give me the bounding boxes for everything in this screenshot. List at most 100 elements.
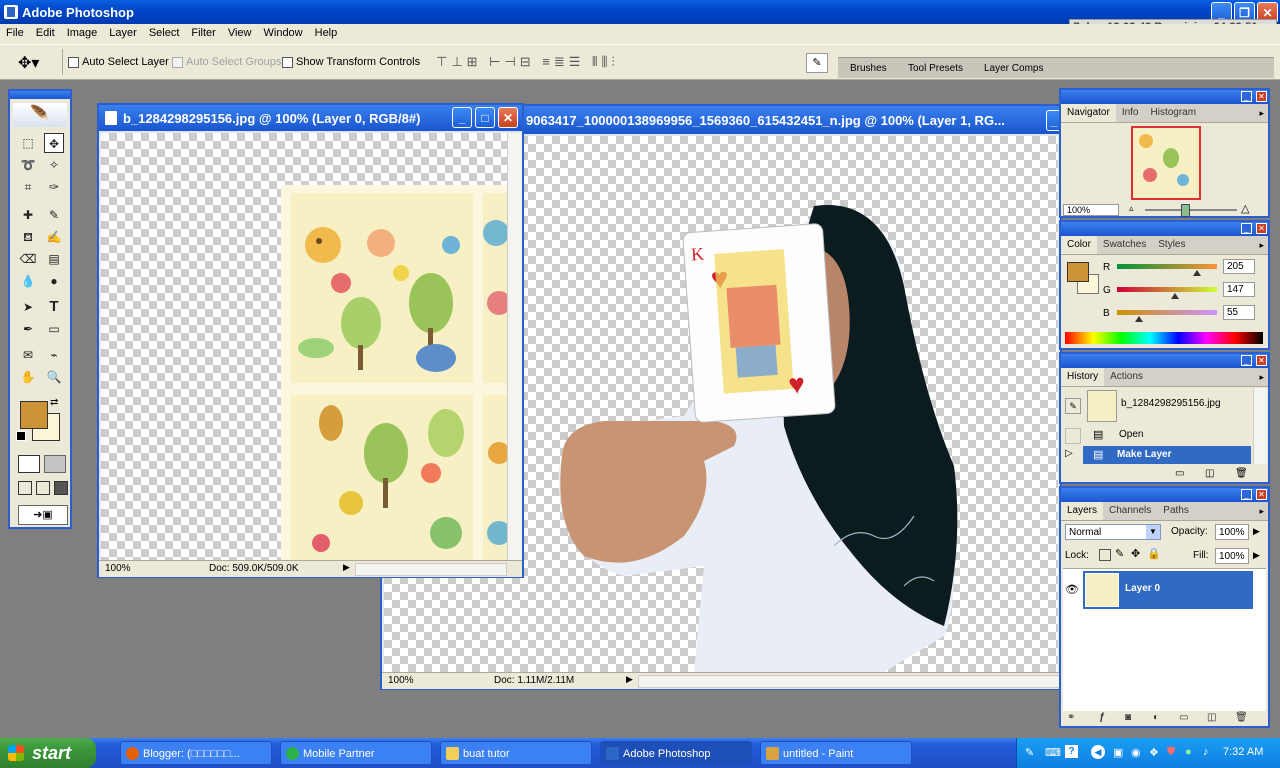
history-delete-icon[interactable]: 🗑 xyxy=(1235,468,1248,479)
shape-tool-icon[interactable]: ▭ xyxy=(44,319,64,339)
color-r-slider[interactable] xyxy=(1117,264,1217,276)
menu-window[interactable]: Window xyxy=(258,24,309,39)
history-close-button[interactable]: ✕ xyxy=(1256,355,1267,366)
taskbar-item-blogger[interactable]: Blogger: (□□□□□□... xyxy=(120,741,272,765)
tray-app-icon[interactable]: ❖ xyxy=(1149,746,1159,759)
brush-tool-icon[interactable]: ✎ xyxy=(44,205,64,225)
history-item-open[interactable]: ▤ Open xyxy=(1061,426,1251,444)
menu-help[interactable]: Help xyxy=(309,24,344,39)
document-pattern-status-arrow-icon[interactable]: ▶ xyxy=(343,562,350,573)
link-layers-icon[interactable]: ⚭ xyxy=(1067,712,1075,723)
eraser-tool-icon[interactable]: ⌫ xyxy=(18,249,38,269)
magic-wand-tool-icon[interactable]: ✧ xyxy=(44,155,64,175)
color-g-slider[interactable] xyxy=(1117,287,1217,299)
clone-stamp-tool-icon[interactable]: ⛾ xyxy=(18,227,38,247)
move-tool-icon[interactable]: ✥ xyxy=(44,133,64,153)
document-pattern-zoom[interactable]: 100% xyxy=(105,563,131,574)
gradient-tool-icon[interactable]: ▤ xyxy=(44,249,64,269)
notes-tool-icon[interactable]: ✉ xyxy=(18,345,38,365)
tab-swatches[interactable]: Swatches xyxy=(1097,236,1152,254)
document-pattern-hscroll[interactable] xyxy=(355,563,507,576)
start-button[interactable]: start xyxy=(0,738,96,768)
palette-well-toggle-icon[interactable]: ✎ xyxy=(806,53,828,73)
tray-security-shield-icon[interactable]: ⛊ xyxy=(1167,746,1175,759)
color-spectrum-ramp[interactable] xyxy=(1065,332,1263,344)
document-pattern-vscroll[interactable] xyxy=(507,133,522,560)
delete-layer-icon[interactable]: 🗑 xyxy=(1235,712,1248,723)
jump-to-imageready-icon[interactable]: ➜▣ xyxy=(18,505,68,525)
document-pattern-canvas[interactable] xyxy=(101,133,507,560)
document-pattern-maximize-button[interactable]: □ xyxy=(475,107,495,128)
layers-menu-icon[interactable]: ▸ xyxy=(1259,506,1264,517)
lock-all-icon[interactable]: 🔒 xyxy=(1147,547,1161,560)
palette-well-tab-layer-comps[interactable]: Layer Comps xyxy=(984,63,1043,74)
layer-row-layer-0[interactable]: 👁 Layer 0 xyxy=(1063,571,1253,609)
palette-well-tab-brushes[interactable]: Brushes xyxy=(850,63,887,74)
tray-network-icon[interactable]: ▣ xyxy=(1113,746,1123,759)
tray-keyboard-icon[interactable]: ⌨ xyxy=(1045,746,1061,759)
color-b-slider[interactable] xyxy=(1117,310,1217,322)
color-r-value[interactable]: 205 xyxy=(1223,259,1255,274)
slice-tool-icon[interactable]: ✑ xyxy=(44,177,64,197)
auto-select-layer-checkbox[interactable]: Auto Select Layer xyxy=(68,56,169,68)
tray-speaker-icon[interactable]: ♪ xyxy=(1203,746,1209,758)
tray-expand-icon[interactable]: ◀ xyxy=(1091,745,1105,759)
document-pattern-minimize-button[interactable]: _ xyxy=(452,107,472,128)
navigator-preview[interactable] xyxy=(1131,126,1201,200)
hand-tool-icon[interactable]: ✋ xyxy=(18,367,38,387)
path-selection-tool-icon[interactable]: ➤ xyxy=(18,297,38,317)
move-tool-preset-icon[interactable]: ✥▾ xyxy=(18,53,39,73)
menu-layer[interactable]: Layer xyxy=(103,24,143,39)
eyedropper-tool-icon[interactable]: ⌁ xyxy=(44,345,64,365)
new-group-icon[interactable]: ▭ xyxy=(1179,712,1188,723)
blur-tool-icon[interactable]: 💧 xyxy=(18,271,38,291)
crop-tool-icon[interactable]: ⌗ xyxy=(18,177,38,197)
document-pattern-close-button[interactable]: ✕ xyxy=(498,107,518,128)
taskbar-item-paint[interactable]: untitled - Paint xyxy=(760,741,912,765)
history-brush-tool-icon[interactable]: ✍ xyxy=(44,227,64,247)
tab-histogram[interactable]: Histogram xyxy=(1145,104,1203,122)
standard-mode-icon[interactable] xyxy=(18,455,40,473)
opacity-arrow-icon[interactable]: ▶ xyxy=(1253,526,1260,537)
tab-navigator[interactable]: Navigator xyxy=(1061,104,1116,122)
document-photo-hscroll[interactable] xyxy=(638,675,1060,688)
document-photo-zoom[interactable]: 100% xyxy=(388,675,414,686)
tray-help-icon[interactable]: ? xyxy=(1065,745,1078,758)
menu-file[interactable]: File xyxy=(0,24,30,39)
history-vscroll[interactable] xyxy=(1253,388,1267,464)
pen-tool-icon[interactable]: ✒ xyxy=(18,319,38,339)
history-new-snapshot-icon[interactable]: ◫ xyxy=(1205,468,1214,479)
document-pattern-title-bar[interactable]: b_1284298295156.jpg @ 100% (Layer 0, RGB… xyxy=(99,105,522,131)
history-item-make-layer[interactable]: ▷ ▤ Make Layer xyxy=(1065,446,1251,464)
color-menu-icon[interactable]: ▸ xyxy=(1259,240,1264,251)
tab-actions[interactable]: Actions xyxy=(1104,368,1149,386)
fill-field[interactable]: 100% xyxy=(1215,548,1249,564)
history-new-document-icon[interactable]: ▭ xyxy=(1175,468,1184,479)
marquee-tool-icon[interactable]: ⬚ xyxy=(18,133,38,153)
show-transform-controls-checkbox[interactable]: Show Transform Controls xyxy=(282,56,420,68)
lock-position-icon[interactable]: ✥ xyxy=(1131,547,1140,560)
default-colors-icon[interactable] xyxy=(16,431,26,441)
feather-logo-icon[interactable]: 🪶 xyxy=(13,103,67,127)
tray-antivirus-icon[interactable]: ◉ xyxy=(1131,746,1141,759)
history-minimize-button[interactable]: _ xyxy=(1241,355,1252,366)
layer-visibility-eye-icon[interactable]: 👁 xyxy=(1065,583,1079,596)
screen-mode-standard-icon[interactable] xyxy=(18,481,32,495)
tab-history[interactable]: History xyxy=(1061,368,1105,386)
menu-view[interactable]: View xyxy=(222,24,258,39)
clock[interactable]: 7:32 AM xyxy=(1223,746,1263,758)
navigator-menu-icon[interactable]: ▸ xyxy=(1259,108,1264,119)
navigator-minimize-button[interactable]: _ xyxy=(1241,91,1252,102)
align-buttons-group[interactable]: ⊤⊥⊞ ⊢⊣⊟ ≡≣☰ ⫴⫼⫶ xyxy=(436,54,619,70)
color-panel-foreground-swatch[interactable] xyxy=(1067,262,1089,282)
color-g-value[interactable]: 147 xyxy=(1223,282,1255,297)
menu-image[interactable]: Image xyxy=(61,24,104,39)
fill-arrow-icon[interactable]: ▶ xyxy=(1253,550,1260,561)
lock-transparency-icon[interactable] xyxy=(1099,549,1111,561)
tab-info[interactable]: Info xyxy=(1116,104,1145,122)
navigator-zoom-in-icon[interactable]: △ xyxy=(1241,202,1249,215)
taskbar-item-photoshop[interactable]: Adobe Photoshop xyxy=(600,741,752,765)
auto-select-groups-checkbox[interactable]: Auto Select Groups xyxy=(172,56,281,68)
navigator-zoom-field[interactable]: 100% xyxy=(1063,204,1119,216)
history-brush-source-icon[interactable]: ✎ xyxy=(1065,398,1081,414)
